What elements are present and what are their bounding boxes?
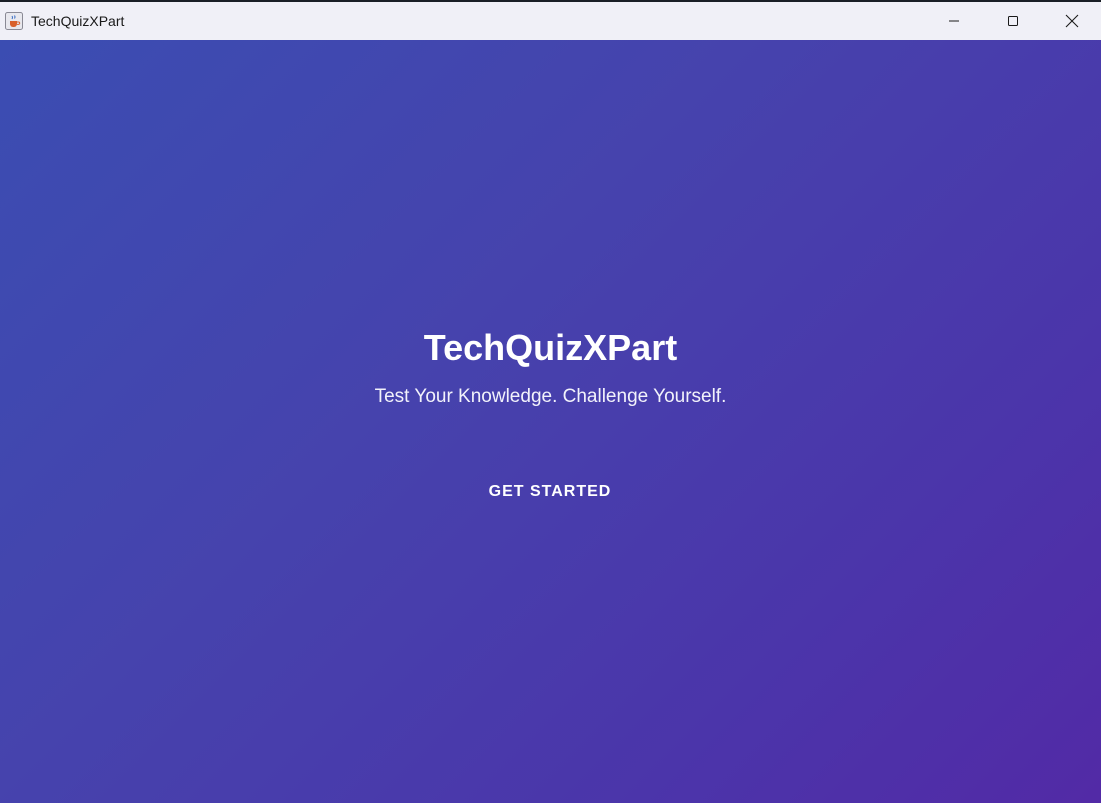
title-bar[interactable]: TechQuizXPart bbox=[0, 2, 1101, 40]
close-icon bbox=[1065, 14, 1078, 28]
java-cup-icon bbox=[5, 12, 23, 30]
maximize-button[interactable] bbox=[983, 2, 1042, 40]
welcome-panel: TechQuizXPart Test Your Knowledge. Chall… bbox=[0, 40, 1101, 803]
window-title: TechQuizXPart bbox=[31, 13, 125, 29]
maximize-icon bbox=[1007, 16, 1018, 26]
get-started-button[interactable]: GET STARTED bbox=[470, 472, 630, 512]
minimize-icon bbox=[948, 20, 959, 22]
window-controls bbox=[924, 2, 1101, 40]
close-button[interactable] bbox=[1042, 2, 1101, 40]
minimize-button[interactable] bbox=[924, 2, 983, 40]
app-window: TechQuizXPart TechQuizXPart Test Your Kn… bbox=[0, 0, 1101, 803]
app-subtitle: Test Your Knowledge. Challenge Yourself. bbox=[374, 386, 727, 407]
app-title: TechQuizXPart bbox=[423, 327, 678, 368]
